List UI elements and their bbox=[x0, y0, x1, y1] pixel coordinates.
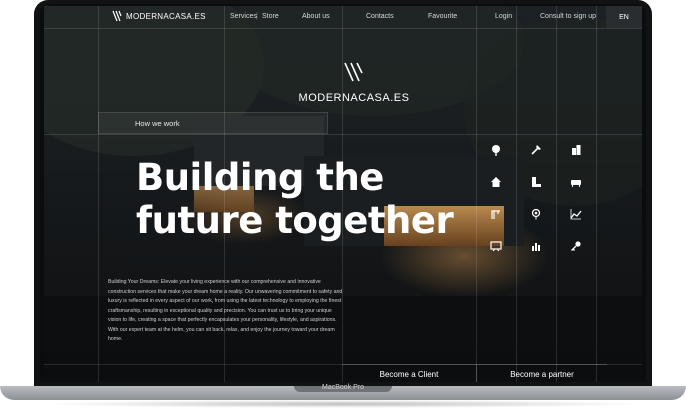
house-icon[interactable] bbox=[476, 166, 516, 198]
chart-line-icon[interactable] bbox=[556, 198, 596, 230]
intro-paragraph: Building Your Dreams: Elevate your livin… bbox=[108, 279, 343, 342]
language-switch[interactable]: EN bbox=[606, 6, 642, 28]
section-label: How we work bbox=[98, 112, 328, 134]
become-client-button[interactable]: Become a Client bbox=[342, 364, 476, 382]
nav-about[interactable]: About us bbox=[302, 13, 330, 20]
hero-headline: Building the future together bbox=[136, 156, 454, 242]
grid-line bbox=[596, 6, 597, 382]
grid-line bbox=[44, 28, 642, 29]
nav-services[interactable]: Services bbox=[230, 13, 257, 20]
headline-line-1: Building the bbox=[136, 156, 384, 199]
bar-chart-icon[interactable] bbox=[516, 230, 556, 262]
building-icon[interactable] bbox=[556, 134, 596, 166]
nav-consult[interactable]: Consult to sign up bbox=[540, 13, 596, 20]
screen-bezel: MODERNACASA.ES Services | Store About us… bbox=[40, 4, 646, 382]
brand-logo[interactable]: MODERNACASA.ES bbox=[112, 10, 206, 22]
blueprint-icon[interactable] bbox=[476, 230, 516, 262]
logo-mark-icon bbox=[344, 62, 363, 82]
nav-login[interactable]: Login bbox=[495, 13, 512, 20]
brand-name: MODERNACASA.ES bbox=[126, 11, 206, 21]
stairs-icon[interactable] bbox=[516, 166, 556, 198]
laptop-shadow bbox=[40, 400, 646, 408]
sofa-icon[interactable] bbox=[556, 166, 596, 198]
nav-favourite[interactable]: Favourite bbox=[428, 13, 457, 20]
hero-logo: MODERNACASA.ES bbox=[294, 61, 414, 104]
location-pin-icon[interactable] bbox=[516, 198, 556, 230]
nav-contacts[interactable]: Contacts bbox=[366, 13, 394, 20]
nav-divider: | bbox=[256, 13, 258, 20]
key-icon[interactable] bbox=[556, 230, 596, 262]
top-nav: MODERNACASA.ES Services | Store About us… bbox=[44, 6, 642, 28]
become-partner-button[interactable]: Become a partner bbox=[476, 364, 607, 382]
website-screen: MODERNACASA.ES Services | Store About us… bbox=[44, 6, 642, 382]
headline-line-2: future together bbox=[136, 199, 454, 242]
device-label: MacBook Pro bbox=[321, 384, 365, 391]
nav-store[interactable]: Store bbox=[262, 13, 279, 20]
hammer-icon[interactable] bbox=[516, 134, 556, 166]
crane-icon[interactable] bbox=[476, 198, 516, 230]
logo-mark-icon bbox=[112, 10, 122, 22]
laptop-lid: MODERNACASA.ES Services | Store About us… bbox=[34, 0, 652, 392]
grid-line bbox=[98, 6, 99, 382]
hero-brand-name: MODERNACASA.ES bbox=[298, 92, 410, 104]
tree-icon[interactable] bbox=[476, 134, 516, 166]
